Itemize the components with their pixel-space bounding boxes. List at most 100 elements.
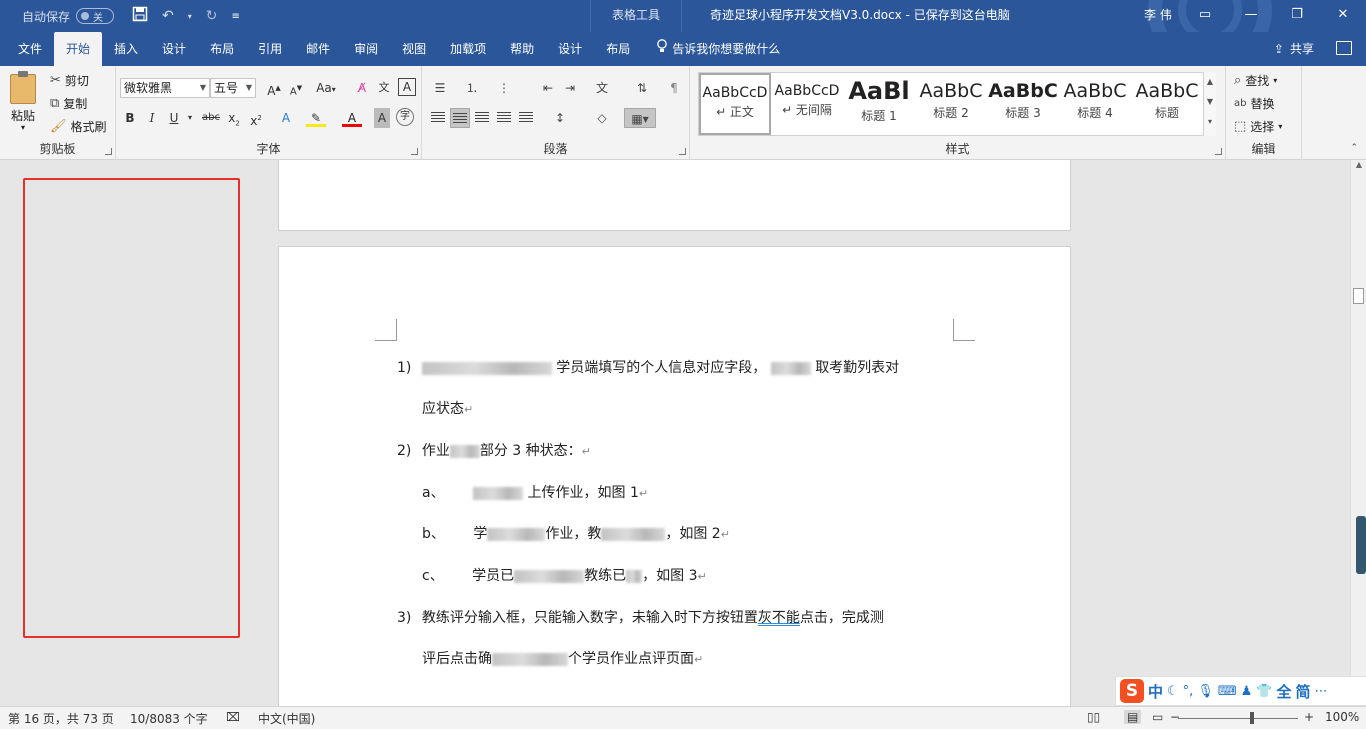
styles-gallery-scroll[interactable]: ▲ ▼ ▾: [1203, 72, 1216, 136]
print-layout-icon[interactable]: ▤: [1124, 710, 1142, 724]
paragraph-3-continued[interactable]: 评后点击确 个学员作业点评页面↵: [422, 648, 703, 668]
list-item-a[interactable]: a、 上传作业，如图 1↵: [422, 482, 648, 502]
change-case-button[interactable]: Aa▾: [312, 78, 340, 98]
zoom-in-icon[interactable]: +: [1304, 710, 1314, 724]
clear-formatting-icon[interactable]: A̸: [352, 78, 372, 98]
style-heading-2[interactable]: AaBbC 标题 2: [915, 73, 987, 135]
language-indicator[interactable]: 中文(中国): [258, 710, 315, 727]
autosave[interactable]: 自动保存 关: [22, 8, 115, 25]
ime-simplified-toggle[interactable]: 简: [1295, 681, 1310, 702]
enclose-characters-icon[interactable]: 字: [396, 108, 414, 126]
character-shading-icon[interactable]: A: [374, 108, 390, 128]
user-name[interactable]: 李 伟: [1144, 0, 1172, 30]
font-launcher-icon[interactable]: [411, 148, 418, 155]
multilevel-list-icon[interactable]: ⋮: [494, 78, 514, 98]
close-icon[interactable]: ✕: [1320, 0, 1366, 32]
zoom-out-icon[interactable]: −: [1170, 710, 1180, 724]
chevron-down-icon[interactable]: ▼: [1204, 92, 1216, 112]
document-page[interactable]: 1) 学员端填写的个人信息对应字段， 取考勤列表对 应状态↵ 2) 作业 部分 3…: [278, 246, 1071, 706]
bullets-icon[interactable]: ☰: [430, 78, 450, 98]
justify-icon[interactable]: [494, 108, 514, 128]
style-no-spacing[interactable]: AaBbCcD ↵ 无间隔: [771, 73, 843, 135]
underline-dropdown-icon[interactable]: ▾: [180, 108, 200, 128]
save-icon[interactable]: [132, 6, 148, 26]
phonetic-guide-icon[interactable]: 文: [374, 78, 394, 98]
text-effects-icon[interactable]: A: [276, 108, 296, 128]
tab-table-design[interactable]: 设计: [546, 32, 594, 66]
cut-button[interactable]: ✂ 剪切: [50, 72, 89, 89]
page-count[interactable]: 第 16 页，共 73 页: [8, 710, 114, 727]
tab-mailings[interactable]: 邮件: [294, 32, 342, 66]
font-color-icon[interactable]: A: [342, 108, 362, 127]
keyboard-icon[interactable]: ⌨: [1218, 684, 1237, 699]
borders-icon[interactable]: ▦▾: [624, 108, 656, 128]
shading-icon[interactable]: ◇: [592, 108, 612, 128]
style-heading-3[interactable]: AaBbC 标题 3: [987, 73, 1059, 135]
web-layout-icon[interactable]: ▭: [1152, 710, 1163, 724]
collapse-ribbon-icon[interactable]: ⌃: [1350, 143, 1358, 153]
replace-button[interactable]: ab 替换: [1234, 95, 1275, 112]
font-name-combo[interactable]: 微软雅黑 ▼: [120, 78, 210, 98]
character-border-icon[interactable]: A: [398, 78, 416, 96]
list-item-c[interactable]: c、 学员已 教练已 ，如图 3↵: [422, 565, 707, 585]
ribbon-display-options-icon[interactable]: ▭: [1182, 0, 1228, 32]
proofing-icon[interactable]: ⌧: [226, 710, 240, 724]
undo-icon[interactable]: ↶: [162, 8, 174, 24]
font-size-combo[interactable]: 五号 ▼: [210, 78, 256, 98]
superscript-icon[interactable]: x2: [246, 108, 266, 128]
microphone-icon[interactable]: 🎙: [1197, 684, 1214, 699]
paragraph-1[interactable]: 1) 学员端填写的个人信息对应字段， 取考勤列表对: [397, 357, 899, 377]
sogou-logo-icon[interactable]: S: [1120, 679, 1144, 703]
tab-view[interactable]: 视图: [390, 32, 438, 66]
styles-launcher-icon[interactable]: [1215, 148, 1222, 155]
restore-icon[interactable]: ❐: [1274, 0, 1320, 32]
shrink-font-icon[interactable]: A▼: [286, 78, 306, 98]
decrease-indent-icon[interactable]: ⇤: [538, 78, 558, 98]
tab-table-layout[interactable]: 布局: [594, 32, 642, 66]
tell-me-box[interactable]: 告诉我你想要做什么: [656, 32, 780, 66]
style-title[interactable]: AaBbC 标题: [1131, 73, 1203, 135]
tab-insert[interactable]: 插入: [102, 32, 150, 66]
ime-language-toggle[interactable]: 中: [1148, 681, 1163, 702]
autosave-toggle[interactable]: 关: [76, 8, 115, 24]
find-button[interactable]: ⌕ 查找 ▾: [1234, 72, 1277, 89]
distributed-icon[interactable]: [516, 108, 536, 128]
align-center-icon[interactable]: [450, 108, 470, 128]
punctuation-icon[interactable]: °,: [1183, 684, 1194, 699]
more-styles-icon[interactable]: ▾: [1204, 112, 1216, 132]
style-heading-4[interactable]: AaBbC 标题 4: [1059, 73, 1131, 135]
tab-home[interactable]: 开始: [54, 32, 103, 66]
paragraph-launcher-icon[interactable]: [679, 148, 686, 155]
paste-button[interactable]: 粘贴 ▾: [10, 71, 36, 132]
clipboard-launcher-icon[interactable]: [105, 148, 112, 155]
sort-icon[interactable]: ⇅: [632, 78, 652, 98]
undo-dropdown-icon[interactable]: ▾: [188, 12, 192, 21]
align-right-icon[interactable]: [472, 108, 492, 128]
subscript-icon[interactable]: x2: [224, 108, 244, 128]
zoom-level[interactable]: 100%: [1325, 710, 1359, 724]
skin-shirt-icon[interactable]: 👕: [1256, 684, 1272, 699]
ime-menu-icon[interactable]: ⋯: [1314, 684, 1327, 699]
zoom-slider[interactable]: [1178, 718, 1298, 719]
tab-review[interactable]: 审阅: [342, 32, 390, 66]
paragraph-3[interactable]: 3) 教练评分输入框，只能输入数字，未输入时下方按钮置灰不能点击，完成测: [397, 607, 884, 627]
tab-help[interactable]: 帮助: [498, 32, 546, 66]
user-icon[interactable]: ♟: [1241, 684, 1253, 699]
read-mode-icon[interactable]: ▯▯: [1087, 710, 1100, 724]
chinese-layout-icon[interactable]: 文: [592, 78, 612, 98]
share-button[interactable]: ⇪ 共享: [1274, 32, 1314, 66]
align-left-icon[interactable]: [428, 108, 448, 128]
comments-icon[interactable]: [1336, 41, 1352, 55]
style-heading-1[interactable]: AaBl 标题 1: [843, 73, 915, 135]
zoom-slider-thumb[interactable]: [1250, 712, 1254, 724]
tab-layout[interactable]: 布局: [198, 32, 246, 66]
tab-references[interactable]: 引用: [246, 32, 294, 66]
show-marks-icon[interactable]: ¶: [664, 78, 684, 98]
grow-font-icon[interactable]: A▲: [264, 78, 284, 98]
tab-addins[interactable]: 加载项: [438, 32, 498, 66]
scrollbar-thumb[interactable]: [1353, 288, 1364, 304]
redo-icon[interactable]: ↻: [206, 8, 218, 24]
select-button[interactable]: ⬚ 选择 ▾: [1234, 118, 1282, 135]
paragraph-1-continued[interactable]: 应状态↵: [422, 398, 473, 418]
copy-button[interactable]: ⧉ 复制: [50, 95, 87, 112]
